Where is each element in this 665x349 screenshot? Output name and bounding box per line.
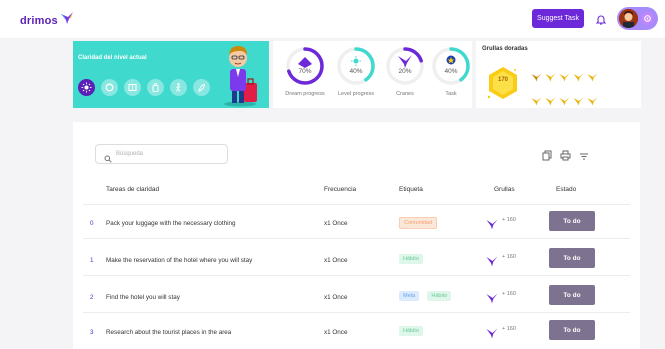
task-tag[interactable]: Hábito [399, 254, 423, 264]
search-input[interactable]: Búsqueda [95, 144, 228, 164]
row-divider [83, 312, 630, 313]
tasks-table-card: Búsqueda Tareas de claridad Frecuencia E… [73, 122, 640, 349]
progress-label: Task [445, 91, 457, 97]
column-header-status[interactable]: Estado [556, 186, 576, 193]
rocket-icon[interactable] [193, 79, 210, 96]
task-tag[interactable]: Hábito [399, 326, 423, 336]
golden-cranes-card: Grullas doradas 170 [476, 41, 641, 108]
task-tag[interactable]: Hábito [427, 291, 452, 301]
bird-logo-icon [60, 11, 74, 30]
golden-crane-icon [587, 93, 601, 111]
row-index: 2 [90, 294, 94, 301]
golden-crane-icon [573, 69, 587, 87]
crane-points: + 160 [502, 291, 516, 297]
golden-crane-icon [545, 69, 559, 87]
task-name[interactable]: Research about the tourist places in the… [106, 329, 231, 336]
task-frequency: x1 Once [324, 329, 348, 336]
progress-ring-cranes: 20% [385, 46, 425, 86]
top-bar: drimos Suggest Task [0, 0, 665, 38]
table-tools [542, 148, 589, 166]
task-name[interactable]: Make the reservation of the hotel where … [106, 257, 252, 264]
golden-crane-icon [531, 93, 545, 111]
progress-label: Cranes [396, 91, 414, 97]
sun-icon[interactable] [78, 79, 95, 96]
column-header-cranes[interactable]: Grullas [494, 186, 515, 193]
row-index: 3 [90, 329, 94, 336]
user-menu[interactable] [617, 7, 658, 30]
current-level-card: Claridad del nivel actual [73, 41, 269, 108]
avatar[interactable] [619, 9, 638, 28]
book-icon[interactable] [124, 79, 141, 96]
golden-crane-icon [587, 69, 601, 87]
filter-icon[interactable] [579, 148, 589, 166]
walk-icon[interactable] [170, 79, 187, 96]
progress-label: Level progress [337, 91, 375, 97]
search-placeholder: Búsqueda [116, 151, 144, 157]
golden-crane-icon [531, 69, 545, 87]
progress-ring-level-progress: 40% [336, 46, 376, 86]
row-index: 1 [90, 257, 94, 264]
level-icons [78, 79, 210, 96]
task-frequency: x1 Once [324, 257, 348, 264]
suggest-task-button[interactable]: Suggest Task [532, 9, 584, 28]
golden-crane-icon [545, 93, 559, 111]
row-index: 0 [90, 220, 94, 227]
bag-icon[interactable] [147, 79, 164, 96]
golden-crane-icon [573, 93, 587, 111]
progress-label: Dream progress [285, 91, 325, 97]
progress-value: 20% [398, 67, 412, 75]
progress-ring-task: 40% [431, 46, 471, 86]
progress-card: 70% Dream progress 40% Level progress 20% Cra… [273, 41, 472, 108]
task-tag[interactable]: Meta [399, 291, 420, 301]
crane-icon [486, 254, 498, 272]
golden-crane-icon [559, 93, 573, 111]
todo-status-button[interactable]: To do [549, 285, 595, 305]
column-header-tag[interactable]: Etiqueta [399, 186, 423, 193]
task-name[interactable]: Find the hotel you will stay [106, 294, 180, 301]
crane-icon [486, 217, 498, 235]
traveler-character-illustration [218, 43, 264, 112]
progress-value: 40% [349, 67, 363, 75]
copy-icon[interactable] [542, 148, 552, 166]
golden-crane-icon [559, 69, 573, 87]
bell-icon[interactable] [595, 12, 607, 30]
crane-points: + 160 [502, 326, 516, 332]
todo-status-button[interactable]: To do [549, 248, 595, 268]
row-divider [83, 275, 630, 276]
header-divider [83, 204, 630, 205]
row-divider [83, 238, 630, 239]
progress-ring-dream-progress: 70% [285, 46, 325, 86]
crane-icon [486, 326, 498, 344]
logo-text: drimos [20, 14, 58, 27]
golden-cranes-count: 170 [497, 77, 508, 83]
gear-icon[interactable] [641, 12, 654, 25]
progress-value: 40% [444, 67, 458, 75]
column-header-frequency[interactable]: Frecuencia [324, 186, 356, 193]
level-title: Claridad del nivel actual [78, 55, 147, 61]
golden-cranes-title: Grullas doradas [482, 46, 528, 52]
circle-icon[interactable] [101, 79, 118, 96]
logo[interactable]: drimos [20, 11, 74, 30]
progress-value: 70% [298, 67, 312, 75]
print-icon[interactable] [560, 148, 571, 166]
crane-points: + 160 [502, 254, 516, 260]
todo-status-button[interactable]: To do [549, 320, 595, 340]
task-tag[interactable]: Comunidad [399, 217, 438, 229]
task-name[interactable]: Pack your luggage with the necessary clo… [106, 220, 236, 227]
crane-icon [486, 291, 498, 309]
column-header-task[interactable]: Tareas de claridad [106, 186, 159, 193]
task-frequency: x1 Once [324, 294, 348, 301]
todo-status-button[interactable]: To do [549, 211, 595, 231]
golden-hexagon-badge: 170 [486, 65, 520, 108]
search-icon [104, 150, 112, 168]
task-frequency: x1 Once [324, 220, 348, 227]
crane-points: + 160 [502, 217, 516, 223]
golden-cranes-grid [531, 69, 601, 111]
